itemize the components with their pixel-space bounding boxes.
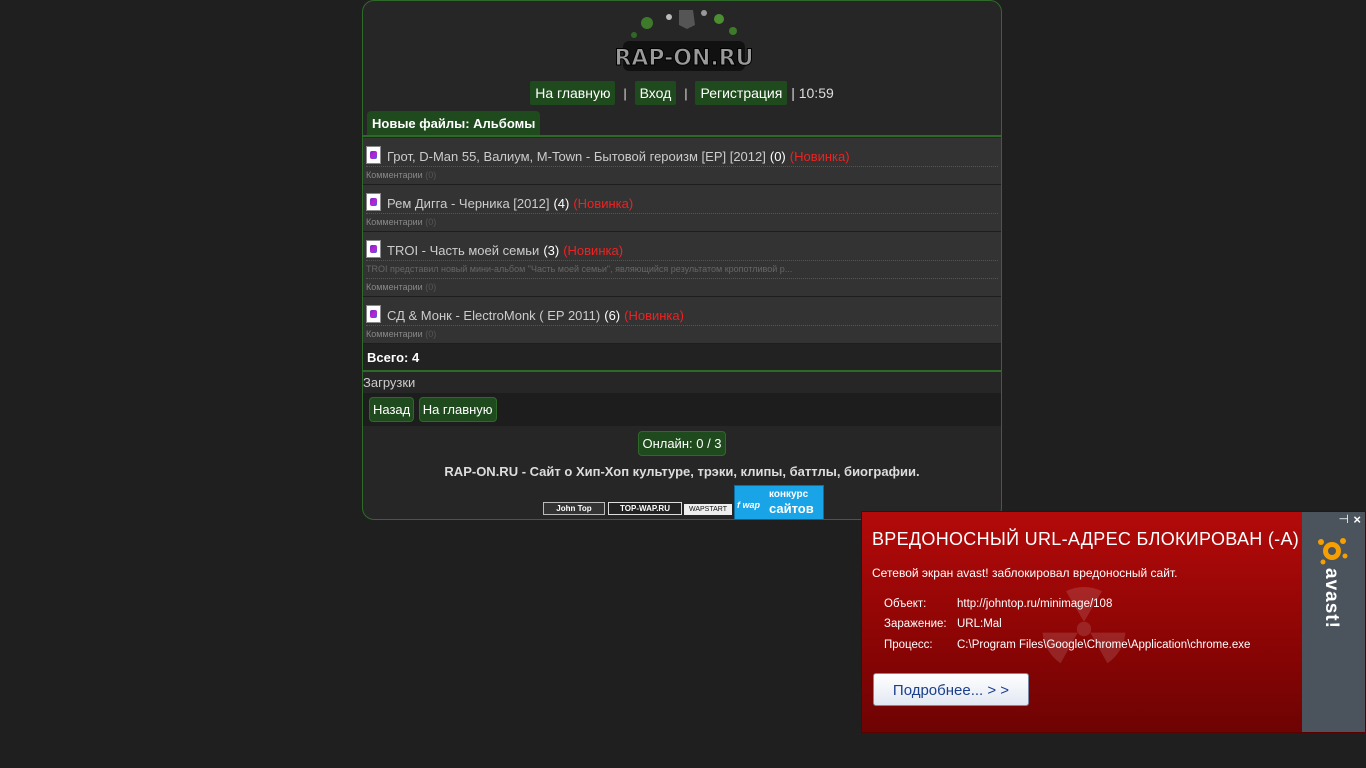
file-icon [366, 305, 381, 323]
comments-link[interactable]: Комментарии (0) [366, 279, 998, 294]
online-counter[interactable]: Онлайн: 0 / 3 [638, 431, 726, 456]
alert-subtitle: Сетевой экран avast! заблокировал вредон… [872, 566, 1178, 580]
file-title-link[interactable]: СД & Монк - ElectroMonk ( EP 2011) [387, 308, 600, 323]
file-icon [366, 240, 381, 258]
back-button[interactable]: Назад [369, 397, 415, 422]
fwap-line1: конкурс [769, 489, 809, 500]
avast-brand-text: avast! [1321, 568, 1342, 629]
downloads-link[interactable]: Загрузки [363, 372, 1001, 390]
topwap-counter[interactable]: TOP-WAP.RU [608, 502, 682, 515]
fwap-contest-banner[interactable]: f wap конкурс сайтов [734, 485, 824, 519]
pin-icon[interactable]: ⊣ [1339, 512, 1349, 526]
object-label: Объект: [884, 598, 927, 610]
site-container: RAP-ON.RU На главную | Вход | Регистраци… [362, 0, 1002, 520]
alert-object-row: Объект: http://johntop.ru/minimage/108 [884, 598, 1112, 610]
new-badge: (Новинка) [573, 196, 634, 211]
logo-text: RAP-ON.RU [614, 46, 753, 71]
alert-process-row: Процесс: C:\Program Files\Google\Chrome\A… [884, 639, 1250, 651]
wapstart-counter[interactable]: WAPSTART [684, 504, 732, 515]
infection-label: Заражение: [884, 618, 947, 630]
new-badge: (Новинка) [563, 243, 624, 258]
file-title-link[interactable]: Рем Дигга - Черника [2012] [387, 196, 549, 211]
file-title-link[interactable]: TROI - Часть моей семьи [387, 243, 539, 258]
section-divider [363, 135, 1001, 137]
nav-register-link[interactable]: Регистрация [695, 81, 788, 105]
bottom-nav: Назад На главную [363, 393, 1001, 426]
section-title: Новые файлы: Альбомы [367, 111, 541, 135]
new-badge: (Новинка) [789, 149, 850, 164]
fwap-prefix: f wap [737, 500, 761, 510]
comments-link[interactable]: Комментарии (0) [366, 214, 998, 229]
johntop-counter[interactable]: John Top [543, 502, 605, 515]
file-title-link[interactable]: Грот, D-Man 55, Валиум, M-Town - Бытовой… [387, 149, 766, 164]
alert-title: ВРЕДОНОСНЫЙ URL-АДРЕС БЛОКИРОВАН (-А) [872, 529, 1300, 549]
online-row: Онлайн: 0 / 3 [363, 426, 1001, 456]
alert-infection-row: Заражение: URL:Mal [884, 618, 1002, 630]
avast-alert-popup: ВРЕДОНОСНЫЙ URL-АДРЕС БЛОКИРОВАН (-А) Се… [861, 511, 1366, 733]
fwap-line2: сайтов [769, 501, 814, 516]
file-icon [366, 146, 381, 164]
nav-login-link[interactable]: Вход [634, 81, 677, 105]
header: RAP-ON.RU [363, 1, 1001, 77]
list-item: Грот, D-Man 55, Валиум, M-Town - Бытовой… [363, 138, 1001, 185]
process-label: Процесс: [884, 639, 933, 651]
close-icon[interactable]: × [1353, 512, 1361, 527]
home-button[interactable]: На главную [418, 397, 497, 422]
file-count: (0) [769, 149, 786, 164]
object-value: http://johntop.ru/minimage/108 [957, 598, 1113, 610]
new-badge: (Новинка) [624, 308, 684, 323]
file-count: (3) [543, 243, 560, 258]
list-item: СД & Монк - ElectroMonk ( EP 2011) (6) (… [363, 297, 1001, 344]
clock: | 10:59 [791, 85, 834, 101]
footer-text: RAP-ON.RU - Сайт о Хип-Хоп культуре, трэ… [444, 464, 920, 479]
more-details-button[interactable]: Подробнее... > > [873, 673, 1029, 706]
comments-link[interactable]: Комментарии (0) [366, 326, 998, 341]
file-icon [366, 193, 381, 211]
top-nav: На главную | Вход | Регистрация | 10:59 [363, 81, 1001, 105]
comments-link[interactable]: Комментарии (0) [366, 167, 998, 182]
avast-brand-panel: ⊣ × avast! [1302, 512, 1365, 732]
total-count: Всего: 4 [363, 344, 1001, 372]
list-item: Рем Дигга - Черника [2012] (4) (Новинка)… [363, 185, 1001, 232]
file-description: TROI представил новый мини-альбом "Часть… [366, 264, 793, 274]
file-count: (6) [604, 308, 621, 323]
site-logo[interactable]: RAP-ON.RU [609, 5, 759, 75]
process-value: C:\Program Files\Google\Chrome\Applicati… [957, 639, 1251, 651]
nav-separator: | [684, 86, 688, 101]
file-count: (4) [553, 196, 570, 211]
infection-value: URL:Mal [957, 618, 1002, 630]
list-item: TROI - Часть моей семьи (3) (Новинка) TR… [363, 232, 1001, 297]
file-list: Грот, D-Man 55, Валиум, M-Town - Бытовой… [363, 138, 1001, 519]
avast-logo-icon [1318, 538, 1348, 565]
nav-separator: | [623, 86, 627, 101]
nav-home-link[interactable]: На главную [530, 81, 616, 105]
